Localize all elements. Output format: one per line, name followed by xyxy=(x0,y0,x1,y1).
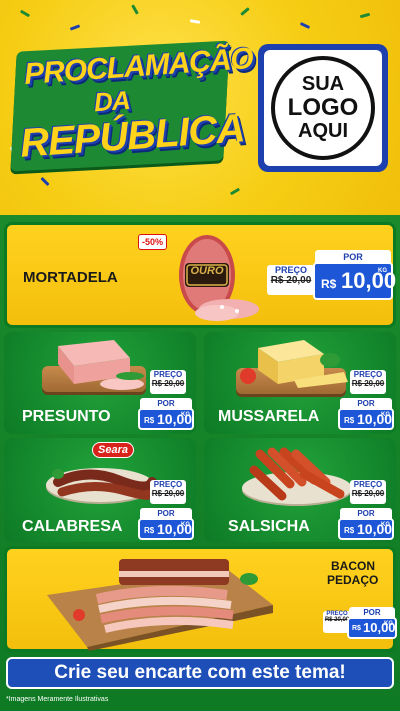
product-card-bacon[interactable]: BACON PEDAÇO PREÇO R$ 20,00 POR R$ 10,00… xyxy=(4,546,397,652)
old-price-box: PREÇO R$ 20,00 xyxy=(350,480,386,504)
old-price: R$ 20,00 xyxy=(151,489,185,498)
unit: KG xyxy=(378,268,387,274)
confetti xyxy=(131,4,139,15)
old-price: R$ 20,00 xyxy=(270,275,312,286)
confetti xyxy=(299,22,311,29)
currency: R$ xyxy=(321,277,337,291)
disclaimer: *Imagens Meramente Ilustrativas xyxy=(6,696,109,703)
old-price-box: PREÇO R$ 20,00 xyxy=(150,370,186,394)
salsicha-image xyxy=(249,447,345,501)
product-card-mortadela[interactable]: MORTADELA OURO PREÇO R$ 20,00 POR R$ 10,… xyxy=(4,222,396,328)
unit: KG xyxy=(181,412,190,418)
old-price: R$ 20,00 xyxy=(351,489,385,498)
por-label: POR xyxy=(340,508,392,520)
cta-banner[interactable]: Crie seu encarte com este tema! xyxy=(6,657,394,689)
price-label: PREÇO xyxy=(153,480,183,489)
new-price-box: POR R$ 10,00 KG xyxy=(338,398,394,430)
unit: KG xyxy=(381,522,390,528)
bacon-image xyxy=(47,559,273,651)
presunto-image xyxy=(58,340,144,390)
campaign-title: PROCLAMAÇÃO DA REPÚBLICA xyxy=(10,40,254,172)
new-price: 10,00 xyxy=(341,268,397,293)
currency: R$ xyxy=(144,416,155,425)
confetti xyxy=(359,12,371,19)
flyer-page: PROCLAMAÇÃO DA REPÚBLICA SUA LOGO AQUI M… xyxy=(0,0,400,711)
price-label: PREÇO xyxy=(353,480,383,489)
product-name: PRESUNTO xyxy=(22,408,111,425)
product-card-calabresa[interactable]: Seara CALABRESA PREÇO R$ 20,00 POR R$ 10… xyxy=(4,438,196,542)
calabresa-image xyxy=(52,469,157,500)
por-label: POR xyxy=(140,398,192,410)
product-name-line-1: BACON xyxy=(331,559,375,573)
discount-badge: -50% xyxy=(138,234,168,250)
confetti xyxy=(189,19,201,24)
por-label: POR xyxy=(140,508,192,520)
currency: R$ xyxy=(352,625,361,632)
logo-text-1: SUA xyxy=(301,73,345,96)
old-price: R$ 20,00 xyxy=(151,379,185,388)
logo-text-3: AQUI xyxy=(298,119,348,142)
new-price-box: POR R$ 10,00 KG xyxy=(338,508,394,540)
logo-placeholder[interactable]: SUA LOGO AQUI xyxy=(258,44,388,172)
product-card-presunto[interactable]: PRESUNTO PREÇO R$ 20,00 POR R$ 10,00 KG xyxy=(4,332,196,434)
old-price-box: PREÇO R$ 20,00 xyxy=(267,265,315,295)
unit: KG xyxy=(381,412,390,418)
new-price-box: POR R$ 10,00 KG xyxy=(138,398,194,430)
confetti xyxy=(19,9,31,18)
confetti xyxy=(40,176,50,187)
new-price-box: POR R$ 10,00 KG xyxy=(347,607,397,639)
logo-text-2: LOGO xyxy=(287,94,359,122)
header: PROCLAMAÇÃO DA REPÚBLICA SUA LOGO AQUI xyxy=(0,0,400,215)
product-card-mussarela[interactable]: MUSSARELA PREÇO R$ 20,00 POR R$ 10,00 KG xyxy=(204,332,396,434)
price-label: PREÇO xyxy=(274,265,307,275)
title-line-2: DA xyxy=(92,84,131,118)
product-name: MUSSARELA xyxy=(218,408,320,425)
currency: R$ xyxy=(344,416,355,425)
mortadela-image xyxy=(179,235,259,321)
product-name: MORTADELA xyxy=(23,269,118,286)
confetti xyxy=(229,187,241,196)
old-price: R$ 20,00 xyxy=(351,379,385,388)
confetti xyxy=(240,7,250,16)
product-name: CALABRESA xyxy=(22,518,123,535)
price-label: PREÇO xyxy=(353,370,383,379)
mussarela-image xyxy=(240,340,348,388)
product-card-salsicha[interactable]: SALSICHA PREÇO R$ 20,00 POR R$ 10,00 KG xyxy=(204,438,396,542)
cta-text: Crie seu encarte com este tema! xyxy=(54,662,346,683)
por-label: POR xyxy=(349,607,395,619)
unit: KG xyxy=(384,621,393,627)
currency: R$ xyxy=(344,526,355,535)
new-price-box: POR R$ 10,00 KG xyxy=(313,250,397,300)
product-name: SALSICHA xyxy=(228,518,310,535)
logo-inner: SUA LOGO AQUI xyxy=(264,50,382,166)
unit: KG xyxy=(181,522,190,528)
por-label: POR xyxy=(340,398,392,410)
por-label: POR xyxy=(315,250,391,264)
new-price-box: POR R$ 10,00 KG xyxy=(138,508,194,540)
currency: R$ xyxy=(144,526,155,535)
old-price-box: PREÇO R$ 20,00 xyxy=(350,370,386,394)
product-name-line-2: PEDAÇO xyxy=(327,573,379,587)
price-label: PREÇO xyxy=(153,370,183,379)
old-price-box: PREÇO R$ 20,00 xyxy=(150,480,186,504)
brand-label: Seara xyxy=(92,442,134,458)
logo-circle: SUA LOGO AQUI xyxy=(271,56,375,160)
confetti xyxy=(69,24,81,31)
brand-label: OURO xyxy=(190,265,224,277)
